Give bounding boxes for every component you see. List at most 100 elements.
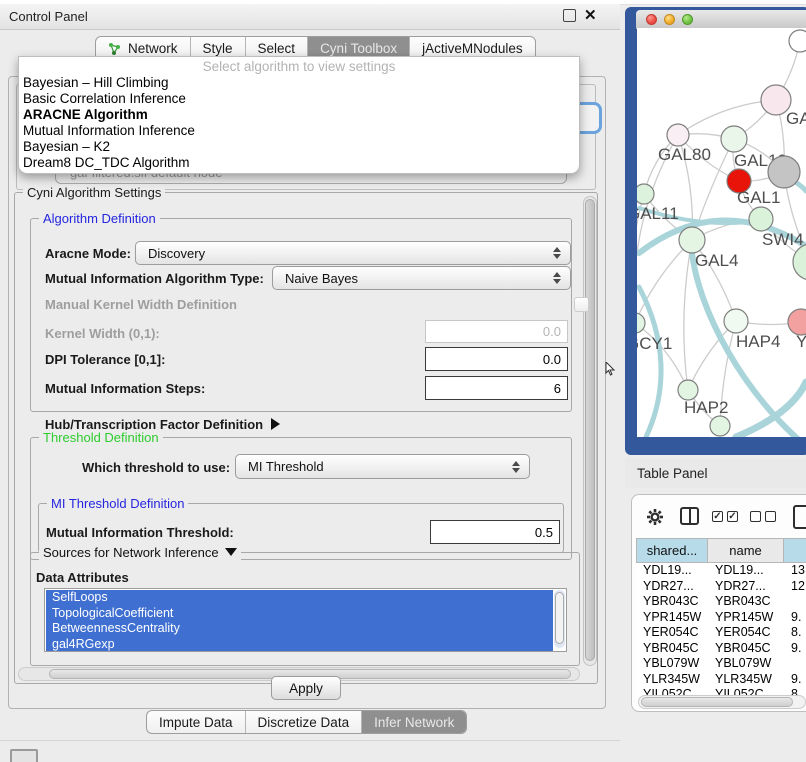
aracne-mode-label: Aracne Mode: (45, 246, 131, 261)
control-panel-titlebar: Control Panel (0, 4, 620, 30)
table-cell[interactable]: YDL19... (636, 563, 708, 579)
network-node-GAL11[interactable] (637, 184, 654, 204)
network-node[interactable] (789, 30, 806, 52)
dpi-tolerance-field[interactable] (425, 347, 568, 371)
table-body: YDL19...YDL19...13YDR27...YDR27...12YBR0… (636, 563, 806, 697)
attribute-items: SelfLoopsTopologicalCoefficientBetweenne… (46, 590, 553, 652)
aracne-mode-combo[interactable]: Discovery (135, 241, 571, 265)
table-row[interactable]: YDL19...YDL19...13 (636, 563, 806, 579)
network-graph: GAL7GAL80GAL10GAL1SWI4GAL11GAL4GCY1HAP4Y… (637, 28, 806, 437)
table-cell[interactable]: 9. (784, 610, 806, 626)
table-cell[interactable]: 9. (784, 672, 806, 688)
algorithm-option[interactable]: Dream8 DC_TDC Algorithm (19, 155, 579, 171)
table-cell[interactable]: YBR045C (708, 641, 784, 657)
node-label: GAL7 (786, 109, 806, 128)
algorithm-option[interactable]: ARACNE Algorithm (19, 107, 579, 123)
tab-impute-data[interactable]: Impute Data (147, 711, 246, 733)
node-label: GAL4 (695, 251, 738, 270)
scrollbar-thumb[interactable] (555, 592, 564, 644)
kernel-width-field[interactable] (425, 320, 568, 343)
scrollbar-thumb[interactable] (641, 697, 793, 707)
algorithm-dropdown-list: Select algorithm to view settings Bayesi… (18, 56, 580, 174)
table-cell[interactable]: YBR045C (636, 641, 708, 657)
network-node-HAP4[interactable] (724, 309, 748, 333)
network-node-GAL4[interactable] (679, 227, 705, 253)
close-icon[interactable]: ✕ (584, 9, 597, 22)
table-cell[interactable]: 9. (784, 641, 806, 657)
algorithm-option[interactable]: Basic Correlation Inference (19, 91, 579, 107)
network-node-HAP2[interactable] (678, 380, 698, 400)
table-row[interactable]: YBR043CYBR043C (636, 594, 806, 610)
mi-threshold-field[interactable] (430, 520, 560, 544)
table-horizontal-scrollbar[interactable] (638, 695, 806, 709)
network-node-GAL1[interactable] (749, 207, 773, 231)
gear-icon[interactable] (646, 508, 664, 526)
algorithm-option[interactable]: Mutual Information Inference (19, 123, 579, 139)
table-icon[interactable] (793, 505, 806, 529)
apply-button[interactable]: Apply (271, 676, 341, 700)
node-label: SWI4 (762, 230, 804, 249)
table-cell[interactable]: YPR145W (636, 610, 708, 626)
table-cell[interactable]: YBR043C (708, 594, 784, 610)
which-threshold-combo[interactable]: MI Threshold (235, 454, 530, 479)
table-cell[interactable]: YDR27... (636, 579, 708, 595)
network-node-GAL10[interactable] (721, 126, 747, 152)
attribute-item[interactable]: SelfLoops (46, 590, 553, 606)
attribute-item[interactable]: TopologicalCoefficient (46, 606, 553, 622)
table-cell[interactable]: YBR043C (636, 594, 708, 610)
table-cell[interactable]: 13 (784, 563, 806, 579)
table-cell[interactable]: YBL079W (636, 656, 708, 672)
table-row[interactable]: YPR145WYPR145W9. (636, 610, 806, 626)
column-header[interactable]: shared... (636, 538, 708, 563)
mi-algorithm-type-combo[interactable]: Naive Bayes (272, 266, 571, 290)
table-cell[interactable] (784, 656, 806, 672)
tab-infer-network[interactable]: Infer Network (362, 711, 466, 733)
table-cell[interactable]: YER054C (708, 625, 784, 641)
manual-kernel-checkbox[interactable] (574, 297, 589, 312)
network-node-SWI4[interactable] (793, 244, 806, 280)
column-browser-icon[interactable] (680, 507, 699, 525)
close-traffic-light[interactable] (646, 14, 657, 25)
attribute-item[interactable]: gal4RGexp (46, 637, 553, 653)
table-row[interactable]: YER054CYER054C8. (636, 625, 806, 641)
table-cell[interactable]: 8. (784, 625, 806, 641)
algorithm-option[interactable]: Bayesian – K2 (19, 139, 579, 155)
table-cell[interactable] (784, 594, 806, 610)
scrollbar-thumb[interactable] (585, 199, 595, 661)
network-canvas[interactable]: GAL7GAL80GAL10GAL1SWI4GAL11GAL4GCY1HAP4Y… (637, 28, 806, 437)
table-cell[interactable]: YER054C (636, 625, 708, 641)
table-cell[interactable]: YLR345W (636, 672, 708, 688)
docked-panel-icon[interactable] (10, 749, 38, 762)
float-window-icon[interactable] (563, 9, 576, 22)
data-attributes-list[interactable]: SelfLoopsTopologicalCoefficientBetweenne… (44, 588, 567, 652)
network-node[interactable] (768, 156, 800, 188)
mi-steps-field[interactable] (425, 376, 568, 400)
table-cell[interactable]: YPR145W (708, 610, 784, 626)
network-node-GAL80[interactable] (667, 124, 689, 146)
deselect-all-icon[interactable] (750, 511, 776, 522)
minimize-traffic-light[interactable] (664, 14, 675, 25)
table-cell[interactable]: 12 (784, 579, 806, 595)
table-row[interactable]: YBL079WYBL079W (636, 656, 806, 672)
network-node[interactable] (710, 416, 730, 436)
attribute-item[interactable]: BetweennessCentrality (46, 621, 553, 637)
tab-discretize-data[interactable]: Discretize Data (246, 711, 363, 733)
cyni-bottom-tabs: Impute Data Discretize Data Infer Networ… (146, 710, 467, 734)
mi-threshold-label: Mutual Information Threshold: (46, 525, 234, 540)
table-cell[interactable]: YLR345W (708, 672, 784, 688)
table-cell[interactable]: YDL19... (708, 563, 784, 579)
table-row[interactable]: YLR345WYLR345W9. (636, 672, 806, 688)
algorithm-option[interactable]: Bayesian – Hill Climbing (19, 75, 579, 91)
table-row[interactable]: YDR27...YDR27...12 (636, 579, 806, 595)
node-label: GCY1 (637, 334, 672, 353)
column-header[interactable]: A (784, 538, 806, 563)
select-all-icon[interactable]: ✓ ✓ (712, 511, 738, 522)
zoom-traffic-light[interactable] (682, 14, 693, 25)
settings-vertical-scrollbar[interactable] (583, 196, 597, 666)
table-cell[interactable]: YDR27... (708, 579, 784, 595)
group-title: Cyni Algorithm Settings (23, 185, 165, 200)
table-row[interactable]: YBR045CYBR045C9. (636, 641, 806, 657)
list-vertical-scrollbar[interactable] (554, 590, 565, 648)
column-header[interactable]: name (708, 538, 784, 563)
table-cell[interactable]: YBL079W (708, 656, 784, 672)
